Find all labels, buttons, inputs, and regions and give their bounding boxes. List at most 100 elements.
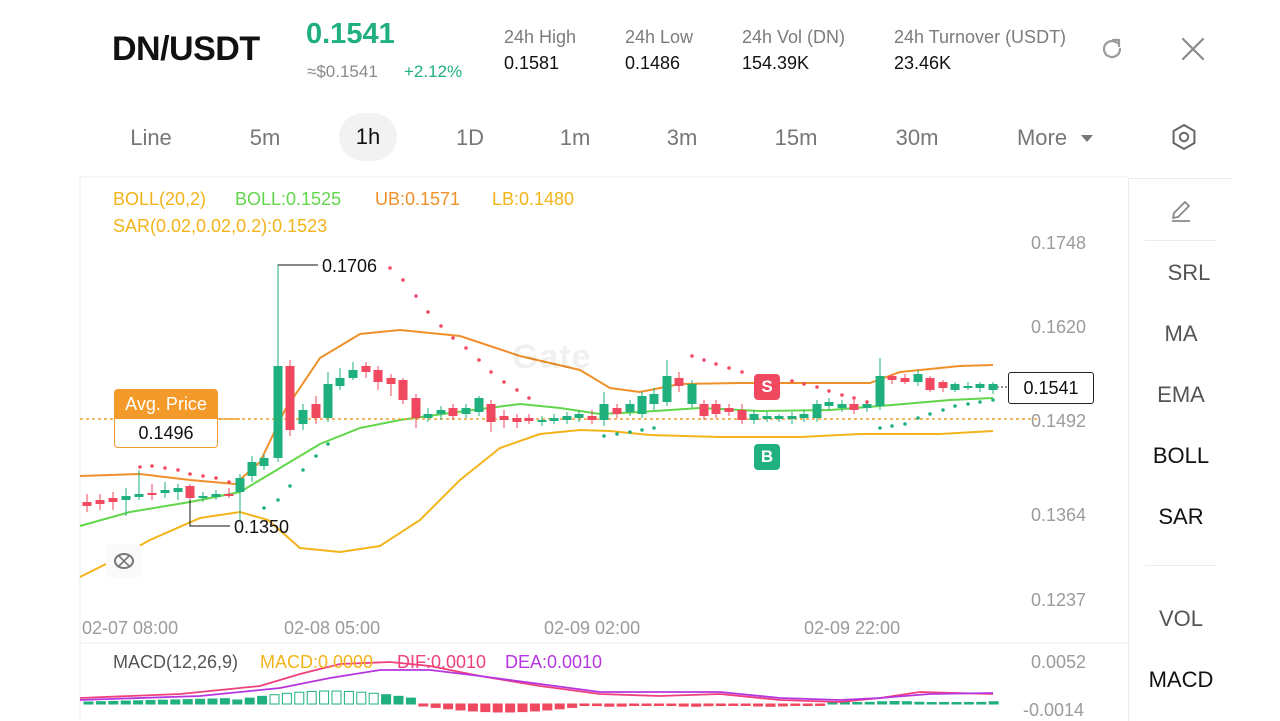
indicator-boll[interactable]: BOLL [1129,443,1233,469]
macd-histogram-bar [257,695,268,705]
candle-body [711,404,721,414]
macd-histogram-bar [232,699,243,705]
candle-body [537,420,547,422]
candle-body [211,494,221,497]
candle-body [247,462,257,476]
sar-dot [928,412,932,416]
sar-dot [941,408,945,412]
candle-body [549,418,559,421]
macd-histogram-bar [864,701,875,705]
macd-histogram-bar [455,703,466,711]
sar-dot [451,336,455,340]
macd-histogram-bar [195,698,206,705]
candle-body [436,410,446,414]
macd-dif-label: DIF:0.0010 [397,652,487,672]
indicator-ma[interactable]: MA [1129,321,1233,347]
macd-histogram-bar [281,692,292,705]
macd-histogram-bar [480,703,491,713]
macd-histogram-bar [790,703,801,706]
candle-body [824,402,834,406]
sar-dot [953,404,957,408]
candle-body [524,418,534,421]
sar-dot [414,294,418,298]
macd-histogram-bar [294,691,305,705]
sar-dot [865,400,869,404]
macd-histogram-bar [492,703,503,713]
sar-dot [214,476,218,480]
price-axis-label: 0.1492 [1031,411,1087,431]
price-axis-label: 0.1620 [1031,317,1087,337]
time-axis-label: 02-08 05:00 [284,618,381,638]
low-callout-line [189,500,230,527]
sar-dot [702,358,706,362]
sar-dot [188,472,192,476]
low-price-label: 0.1350 [234,517,290,537]
sar-dot [326,442,330,446]
sar-dot [840,393,844,397]
macd-histogram-bar [703,703,714,707]
sar-dot [991,398,995,402]
price-axis-label: 0.1364 [1031,505,1087,525]
macd-histogram-bar [777,703,788,707]
macd-histogram-bar [616,703,627,707]
candle-body [121,496,131,500]
macd-axis-label: -0.0014 [1023,700,1085,720]
candle-body [799,414,809,418]
indicator-sar[interactable]: SAR [1129,504,1233,530]
macd-histogram-bar [319,690,330,705]
candle-body [913,374,923,382]
buy-marker[interactable]: B [754,444,780,470]
candle-body [587,416,597,420]
sar-dot [916,416,920,420]
sar-dot [439,324,443,328]
indicator-ema[interactable]: EMA [1129,382,1233,408]
macd-histogram-bar [505,703,516,713]
candle-body [649,394,659,404]
macd-histogram-bar [430,703,441,708]
edit-pencil-icon[interactable] [1167,197,1195,230]
macd-axis-label: 0.0052 [1031,652,1087,672]
macd-histogram-bar [852,702,863,705]
candle-body [173,488,183,492]
candle-body [574,414,584,418]
indicator-srl[interactable]: SRL [1137,260,1241,286]
sar-dot [464,346,468,350]
boll-params-label: BOLL(20,2) [113,189,207,209]
indicator-macd[interactable]: MACD [1129,667,1233,693]
sar-dot [176,468,180,472]
candle-body [862,404,872,408]
sar-dot [477,358,481,362]
macd-histogram-bar [219,698,230,705]
sar-dot [227,480,231,484]
sar-dot [640,428,644,432]
macd-histogram-bar [889,701,900,705]
scroll-to-latest-button[interactable] [106,544,142,578]
avg-price-value: 0.1496 [114,419,218,448]
sar-dot [276,498,280,502]
macd-histogram-bar [170,699,181,705]
candle-body [185,486,195,498]
indicator-vol[interactable]: VOL [1129,606,1233,632]
macd-histogram-bar [95,701,106,705]
candle-body [198,496,208,498]
macd-histogram-bar [963,702,974,705]
time-axis-label: 02-09 22:00 [804,618,901,638]
candle-body [474,398,484,412]
sar-dot [401,278,405,282]
sar-dot [489,370,493,374]
close-icon[interactable] [1180,36,1206,62]
macd-histogram-bar [951,702,962,705]
macd-histogram-bar [529,703,540,712]
macd-histogram-bar [120,700,131,705]
macd-histogram-bar [381,694,392,705]
sar-dot [790,379,794,383]
settings-icon[interactable] [1170,123,1198,151]
sell-marker[interactable]: S [754,374,780,400]
macd-histogram-bar [666,703,677,706]
watermark-logo: Gate [512,338,592,376]
macd-histogram-bar [728,703,739,706]
candle-body [499,416,509,420]
side-divider [1145,240,1217,241]
sar-dot [802,382,806,386]
candle-body [335,378,345,386]
